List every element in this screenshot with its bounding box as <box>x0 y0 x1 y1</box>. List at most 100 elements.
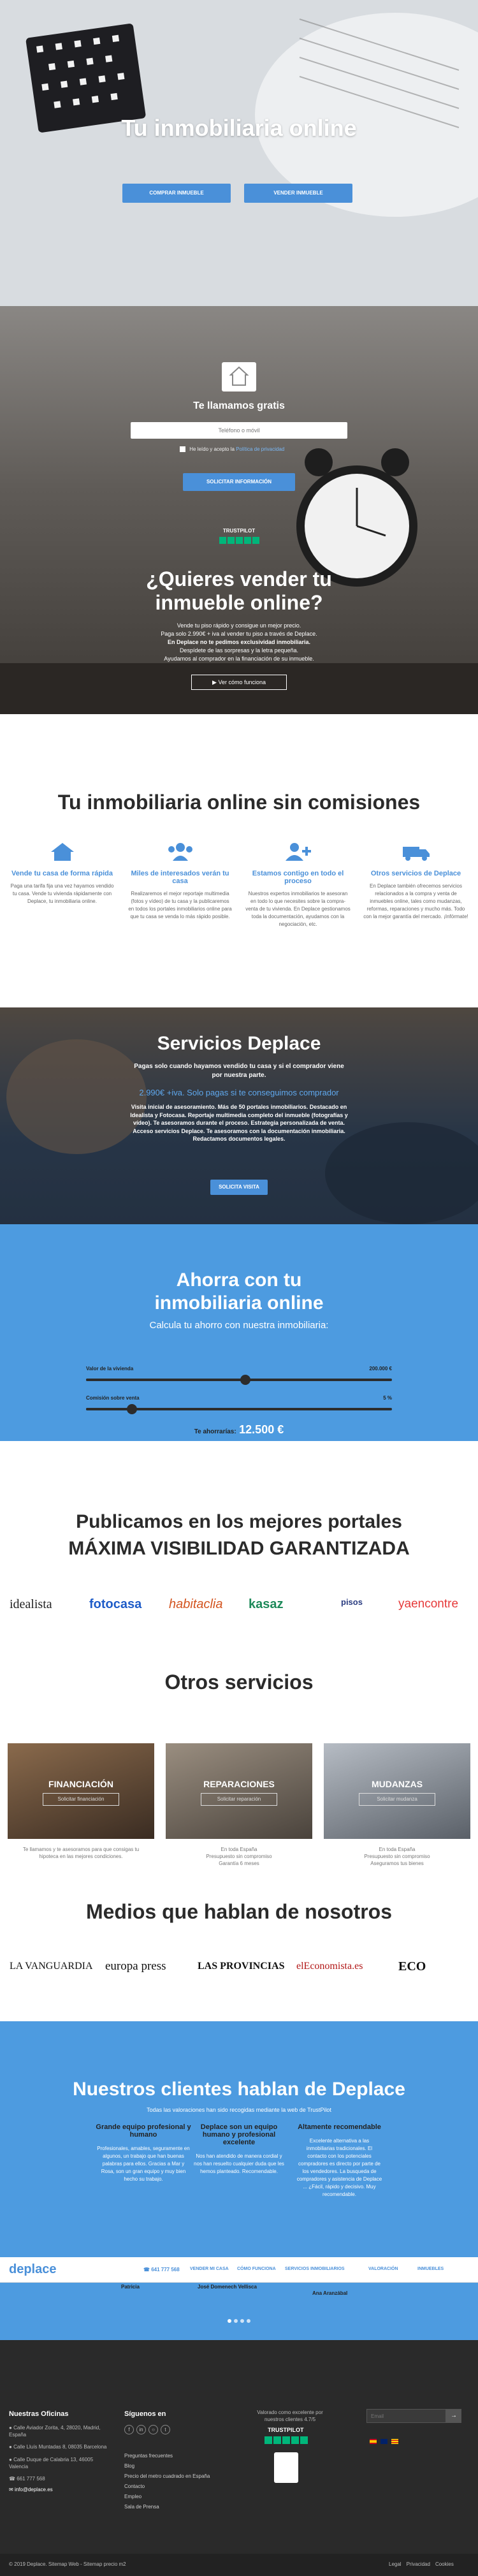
footer-link[interactable]: Sala de Prensa <box>124 2502 210 2512</box>
review-card-1: Grande equipo profesional y humano Profe… <box>96 2123 191 2183</box>
repairs-card[interactable]: REPARACIONES Solicitar reparación <box>166 1743 312 1839</box>
copyright[interactable]: © 2019 Deplace. Sitemap Web - Sitemap pr… <box>9 2561 126 2567</box>
newsletter-email-input[interactable] <box>366 2409 446 2423</box>
privacy-link[interactable]: Política de privacidad <box>236 446 284 452</box>
services-title: Servicios Deplace <box>157 1033 321 1054</box>
habitaclia-logo: habitaclia <box>169 1597 223 1611</box>
feature-title: Vende tu casa de forma rápida <box>11 870 113 877</box>
footer-email[interactable]: ✉ info@deplace.es <box>9 2486 111 2493</box>
phone-input[interactable] <box>131 422 347 439</box>
home-value-knob[interactable] <box>240 1375 250 1385</box>
card-title: MUDANZAS <box>371 1779 423 1789</box>
home-value-slider[interactable] <box>86 1375 392 1385</box>
newsletter-submit-button[interactable]: → <box>446 2409 461 2423</box>
savings-amount: 12.500 € <box>239 1423 284 1436</box>
feature-title: Estamos contigo en todo el proceso <box>252 870 344 885</box>
services-section: Servicios Deplace Pagas solo cuando haya… <box>0 1007 478 1224</box>
play-icon: ▶ <box>212 679 217 685</box>
nav-item-inmuebles[interactable]: INMUEBLES <box>417 2267 444 2271</box>
request-visit-button[interactable]: SOLICITA VISITA <box>210 1180 268 1195</box>
video-button[interactable]: ▶ Ver cómo funciona <box>191 675 287 690</box>
reviewer-strip: Patricia José Domenech Vellisca Ana Aran… <box>0 2283 478 2302</box>
portals-section: Publicamos en los mejores portales MÁXIM… <box>0 1505 478 1639</box>
moving-button[interactable]: Solicitar mudanza <box>359 1793 435 1806</box>
reviewer-name: Ana Aranzábal <box>312 2290 348 2296</box>
home-icon <box>222 362 256 392</box>
instagram-icon[interactable]: ○ <box>148 2425 158 2434</box>
sell-button[interactable]: VENDER INMUEBLE <box>244 184 352 203</box>
social-icons: f in ○ t <box>124 2423 170 2434</box>
commission-amount: 5 % <box>383 1395 392 1401</box>
portals-subtitle: MÁXIMA VISIBILIDAD GARANTIZADA <box>68 1538 410 1559</box>
nav-item-vender[interactable]: VENDER MI CASA <box>190 2267 229 2271</box>
sell-description: Vende tu piso rápido y consigue un mejor… <box>112 622 366 663</box>
cookies-link[interactable]: Cookies <box>435 2561 454 2567</box>
request-info-button[interactable]: SOLICITAR INFORMACIÓN <box>183 473 295 491</box>
sell-line-4: Despídete de las sorpresas y la letra pe… <box>179 647 299 654</box>
nav-phone-number: 641 777 568 <box>151 2267 180 2272</box>
nav-item-servicios[interactable]: SERVICIOS INMOBILIARIOS <box>285 2267 345 2271</box>
sell-line-3: En Deplace no te pedimos exclusividad in… <box>167 639 311 646</box>
deplace-logo[interactable]: deplace <box>9 2262 56 2277</box>
sell-line-5: Ayudamos al comprador en la financiación… <box>164 655 314 662</box>
moving-card[interactable]: MUDANZAS Solicitar mudanza <box>324 1743 470 1839</box>
lavanguardia-logo: LA VANGUARDIA <box>10 1961 93 1972</box>
eco-logo: ECO <box>398 1959 426 1973</box>
lasprovincias-logo: LAS PROVINCIAS <box>198 1961 285 1972</box>
review-card-2: Deplace son un equipo humano y profesion… <box>191 2123 287 2176</box>
nav-item-valoracion[interactable]: VALORACIÓN <box>368 2267 398 2271</box>
commission-slider[interactable] <box>86 1404 392 1414</box>
privacy-checkbox-row: He leído y acepto la Política de privaci… <box>180 446 284 453</box>
phone-icon: ☎ <box>143 2267 152 2272</box>
pagination-dots[interactable] <box>0 2302 478 2340</box>
buy-button[interactable]: COMPRAR INMUEBLE <box>122 184 231 203</box>
fotocasa-logo: fotocasa <box>89 1597 142 1611</box>
review-title: Grande equipo profesional y humano <box>96 2123 191 2139</box>
privacy-checkbox[interactable] <box>180 446 185 453</box>
nav-phone[interactable]: ☎ 641 777 568 <box>143 2267 180 2272</box>
financing-button[interactable]: Solicitar financiación <box>43 1793 119 1806</box>
card-text: En toda España Presupuesto sin compromis… <box>206 1847 272 1867</box>
linkedin-icon[interactable]: in <box>136 2425 146 2434</box>
home-value-amount: 200.000 € <box>369 1366 392 1372</box>
footer-link[interactable]: Blog <box>124 2461 210 2471</box>
twitter-icon[interactable]: t <box>161 2425 170 2434</box>
footer-link[interactable]: Empleo <box>124 2492 210 2502</box>
location-icon: ● <box>9 2456 14 2463</box>
legal-link[interactable]: Legal <box>389 2561 402 2567</box>
navbar: deplace ☎ 641 777 568 VENDER MI CASA CÓM… <box>0 2257 478 2283</box>
flag-en-icon[interactable] <box>380 2439 387 2444</box>
language-flags[interactable] <box>370 2436 398 2447</box>
financing-card[interactable]: FINANCIACIÓN Solicitar financiación <box>8 1743 154 1839</box>
footer-trustpilot-stars <box>264 2436 308 2447</box>
feature-title: Otros servicios de Deplace <box>370 870 461 877</box>
flag-cat-icon[interactable] <box>391 2439 398 2444</box>
facebook-icon[interactable]: f <box>124 2425 134 2434</box>
home-value-label: Valor de la vivienda <box>86 1366 134 1372</box>
feature-text: Nuestros expertos inmobiliarios te aseso… <box>245 891 351 927</box>
reviewer-name: José Domenech Vellisca <box>198 2284 257 2290</box>
reviewer-name: Patricia <box>121 2284 140 2290</box>
footer-phone[interactable]: ☎ 661 777 568 <box>9 2475 111 2482</box>
home-value-fill <box>86 1379 245 1381</box>
card-text: En toda España Presupuesto sin compromis… <box>364 1847 430 1867</box>
sell-question: ¿Quieres vender tu inmueble online? <box>146 567 332 614</box>
footer-link[interactable]: Preguntas frecuentes <box>124 2451 210 2461</box>
review-text: Profesionales, amables, seguramente en a… <box>97 2146 190 2182</box>
savings-label: Te ahorrarías: <box>194 1428 236 1435</box>
office-address-text: Calle Lluís Muntadas 8, 08035 Barcelona <box>13 2444 107 2450</box>
video-button-label: Ver cómo funciona <box>218 679 266 685</box>
repairs-button[interactable]: Solicitar reparación <box>201 1793 277 1806</box>
flag-es-icon[interactable] <box>370 2439 377 2444</box>
office-address-text: Calle Aviador Zorita, 4, 28020, Madrid, … <box>9 2425 101 2438</box>
phone-icon: ☎ <box>9 2475 17 2482</box>
footer-link[interactable]: Precio del metro cuadrado en España <box>124 2471 210 2482</box>
commission-fill <box>86 1408 132 1410</box>
nav-item-como[interactable]: CÓMO FUNCIONA <box>237 2267 276 2271</box>
footer-link[interactable]: Contacto <box>124 2482 210 2492</box>
feature-2: Miles de interesados verán tu casa Reali… <box>127 842 233 921</box>
features-grid: Vende tu casa de forma rápida Paga una t… <box>10 842 468 969</box>
feature-text: En Deplace también ofrecemos servicios r… <box>363 883 468 919</box>
commission-knob[interactable] <box>127 1404 137 1414</box>
privacy-link[interactable]: Privacidad <box>407 2561 430 2567</box>
